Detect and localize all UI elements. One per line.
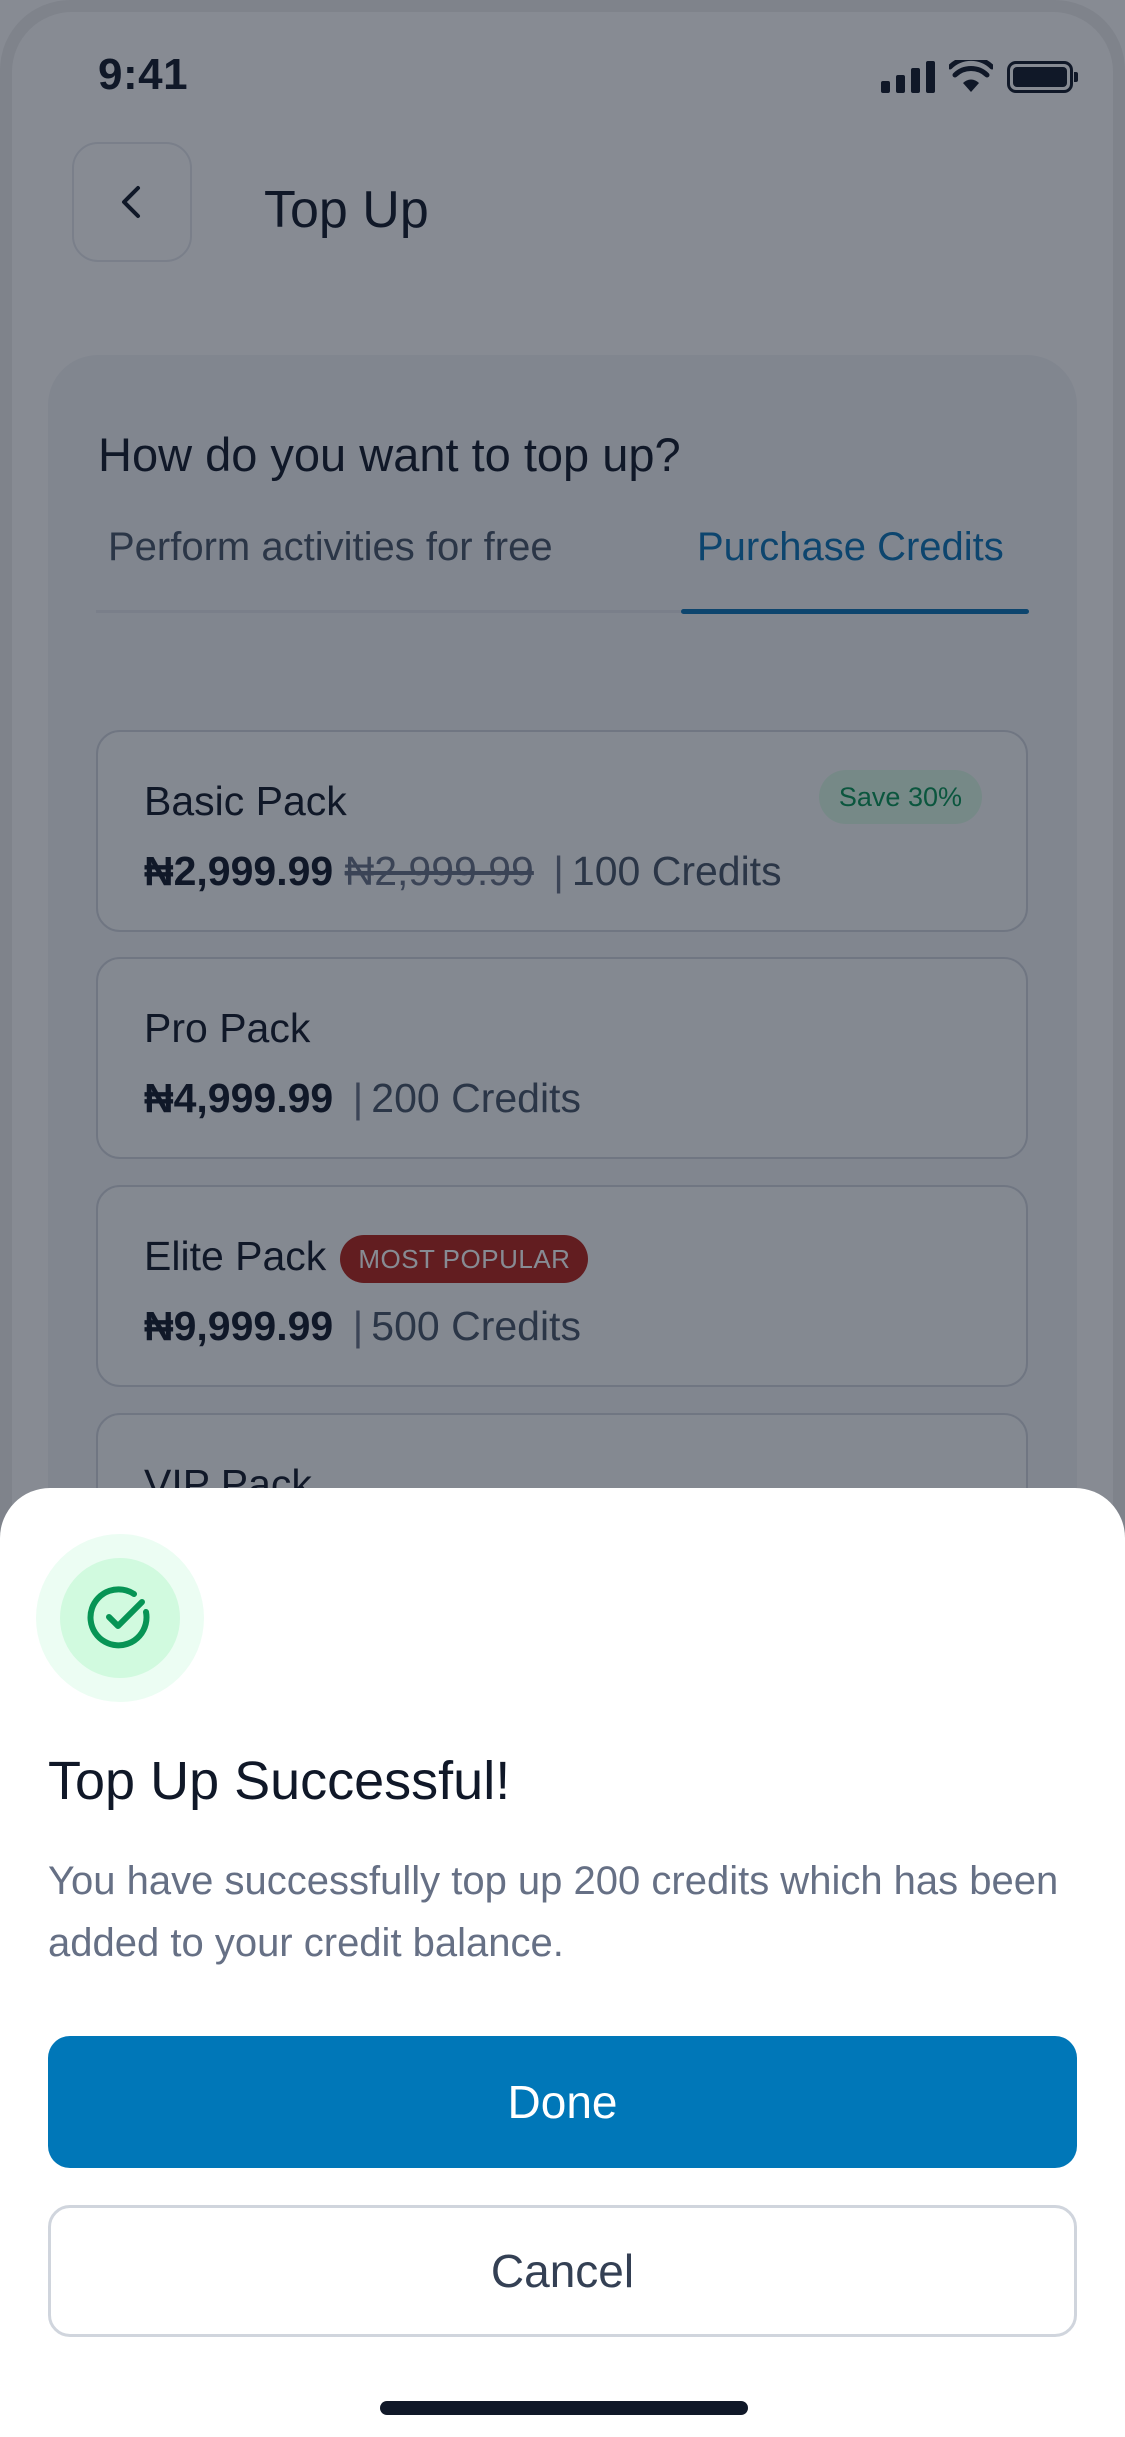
success-bottom-sheet: Top Up Successful! You have successfully… — [0, 1488, 1125, 2437]
check-circle-icon — [87, 1586, 150, 1649]
success-icon-ring — [36, 1534, 204, 1702]
success-title: Top Up Successful! — [48, 1751, 511, 1811]
home-indicator[interactable] — [380, 2401, 748, 2415]
done-button[interactable]: Done — [48, 2036, 1077, 2168]
cancel-button[interactable]: Cancel — [48, 2205, 1077, 2337]
success-description: You have successfully top up 200 credits… — [48, 1859, 1059, 1965]
